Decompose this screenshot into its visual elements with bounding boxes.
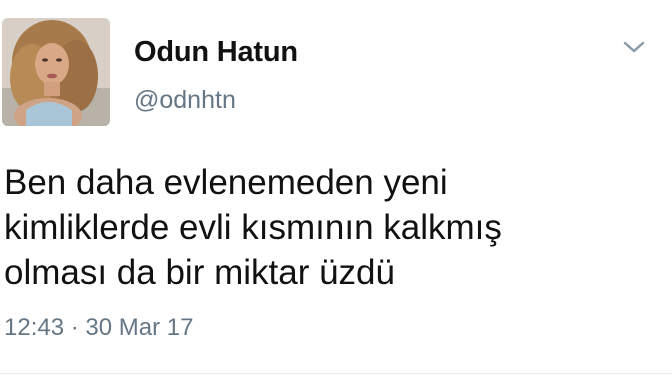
divider <box>0 373 672 374</box>
avatar[interactable] <box>2 18 110 126</box>
tweet-text-line: Ben daha evlenemeden yeni <box>4 163 448 202</box>
tweet-text-line: olması da bir miktar üzdü <box>4 253 395 292</box>
chevron-down-icon[interactable] <box>622 38 646 56</box>
tweet-timestamp[interactable]: 12:43 · 30 Mar 17 <box>4 314 193 342</box>
tweet-text-line: kimliklerde evli kısmının kalkmış <box>4 208 502 247</box>
author-handle[interactable]: @odnhtn <box>134 86 236 115</box>
tweet-text: Ben daha evlenemeden yeni kimliklerde ev… <box>4 160 644 295</box>
author-display-name[interactable]: Odun Hatun <box>134 36 298 69</box>
avatar-image <box>2 18 110 126</box>
tweet-card: Odun Hatun @odnhtn Ben daha evlenemeden … <box>0 0 672 378</box>
